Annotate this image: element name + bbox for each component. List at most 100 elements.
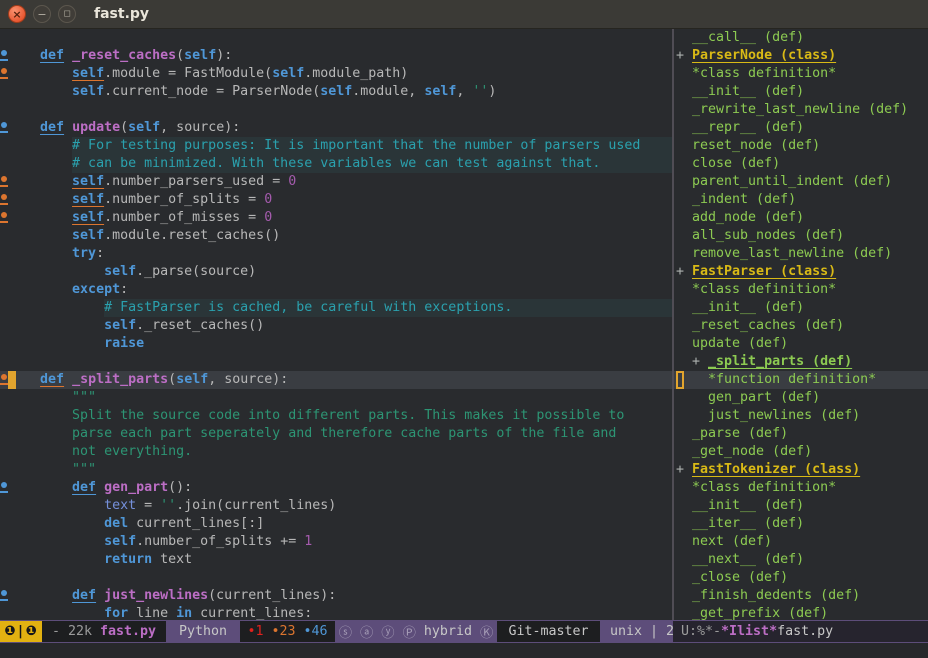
- code-line[interactable]: def just_newlines(current_lines):: [0, 587, 672, 605]
- outline-item[interactable]: __init__ (def): [674, 299, 928, 317]
- code-token: parse each part seperately and therefore…: [72, 425, 616, 443]
- code-line[interactable]: [0, 101, 672, 119]
- minimize-button[interactable]: −: [33, 5, 51, 23]
- outline-item[interactable]: gen_part (def): [674, 389, 928, 407]
- outline-item[interactable]: __repr__ (def): [674, 119, 928, 137]
- maximize-button[interactable]: ◻: [58, 5, 76, 23]
- imenu-list-modeline[interactable]: U:%*- *Ilist* fast.py: [673, 621, 928, 642]
- code-line[interactable]: self._reset_caches(): [0, 317, 672, 335]
- code-line[interactable]: # For testing purposes: It is important …: [0, 137, 672, 155]
- code-line[interactable]: try:: [0, 245, 672, 263]
- outline-item[interactable]: close (def): [674, 155, 928, 173]
- code-token: just_newlines: [104, 587, 208, 605]
- code-line[interactable]: # FastParser is cached, be careful with …: [0, 299, 672, 317]
- minibuffer-echo-area[interactable]: [0, 643, 928, 658]
- code-token: def: [40, 47, 64, 65]
- code-line[interactable]: for line in current_lines:: [0, 605, 672, 620]
- code-line[interactable]: self.module = FastModule(self.module_pat…: [0, 65, 672, 83]
- outline-item[interactable]: _get_prefix (def): [674, 605, 928, 620]
- code-line[interactable]: def _reset_caches(self):: [0, 47, 672, 65]
- outline-item[interactable]: _indent (def): [674, 191, 928, 209]
- outline-item[interactable]: *class definition*: [674, 65, 928, 83]
- outline-item[interactable]: + ParserNode (class): [674, 47, 928, 65]
- outline-item[interactable]: _finish_dedents (def): [674, 587, 928, 605]
- outline-item[interactable]: next (def): [674, 533, 928, 551]
- outline-item[interactable]: remove_last_newline (def): [674, 245, 928, 263]
- code-line[interactable]: self.number_of_splits = 0: [0, 191, 672, 209]
- code-line[interactable]: Split the source code into different par…: [0, 407, 672, 425]
- code-line[interactable]: self.number_parsers_used = 0: [0, 173, 672, 191]
- outline-item[interactable]: add_node (def): [674, 209, 928, 227]
- code-token: in: [176, 605, 192, 620]
- outline-item[interactable]: __next__ (def): [674, 551, 928, 569]
- outline-item[interactable]: just_newlines (def): [674, 407, 928, 425]
- outline-item[interactable]: _rewrite_last_newline (def): [674, 101, 928, 119]
- code-token: [64, 119, 72, 137]
- outline-item[interactable]: reset_node (def): [674, 137, 928, 155]
- outline-item[interactable]: __init__ (def): [674, 83, 928, 101]
- window-number-segment[interactable]: ❶|❶: [0, 621, 42, 642]
- outline-token: *function definition*: [708, 371, 876, 389]
- modeline-text: hybrid: [424, 624, 472, 639]
- modeline-text: [296, 624, 304, 639]
- code-buffer[interactable]: def _reset_caches(self): self.module = F…: [0, 29, 672, 620]
- code-line[interactable]: not everything.: [0, 443, 672, 461]
- fringe: [0, 137, 8, 155]
- code-token: update: [72, 119, 120, 137]
- outline-item[interactable]: __iter__ (def): [674, 515, 928, 533]
- code-line[interactable]: text = ''.join(current_lines): [0, 497, 672, 515]
- code-line[interactable]: def _split_parts(self, source):: [0, 371, 672, 389]
- outline-item[interactable]: *function definition*: [674, 371, 928, 389]
- minor-modes-segment[interactable]: ⓢ ⓐ ⓨ Ⓟ hybrid Ⓚ: [335, 621, 497, 642]
- outline-item[interactable]: _reset_caches (def): [674, 317, 928, 335]
- outline-token: *class definition*: [676, 65, 836, 83]
- outline-item[interactable]: update (def): [674, 335, 928, 353]
- code-line[interactable]: return text: [0, 551, 672, 569]
- buffer-info-segment[interactable]: - 22k fast.py: [42, 621, 166, 642]
- code-line[interactable]: [0, 353, 672, 371]
- emacs-window: × − ◻ fast.py def _reset_caches(self): s…: [0, 0, 928, 658]
- code-line[interactable]: def gen_part():: [0, 479, 672, 497]
- outline-item[interactable]: _close (def): [674, 569, 928, 587]
- outline-token: __call__ (def): [676, 29, 804, 47]
- outline-item[interactable]: + _split_parts (def): [674, 353, 928, 371]
- outline-item[interactable]: __init__ (def): [674, 497, 928, 515]
- code-line[interactable]: self.module.reset_caches(): [0, 227, 672, 245]
- outline-token: gen_part (def): [676, 389, 820, 407]
- outline-item[interactable]: _parse (def): [674, 425, 928, 443]
- git-branch-segment[interactable]: Git-master: [497, 621, 600, 642]
- code-line[interactable]: del current_lines[:]: [0, 515, 672, 533]
- outline-token: +: [676, 47, 692, 65]
- major-mode-segment[interactable]: Python: [166, 621, 240, 642]
- outline-item[interactable]: *class definition*: [674, 281, 928, 299]
- code-line[interactable]: self.number_of_misses = 0: [0, 209, 672, 227]
- code-token: .module_path): [304, 65, 408, 83]
- code-line[interactable]: self.number_of_splits += 1: [0, 533, 672, 551]
- close-button[interactable]: ×: [8, 5, 26, 23]
- code-line[interactable]: self._parse(source): [0, 263, 672, 281]
- code-line[interactable]: except:: [0, 281, 672, 299]
- code-line[interactable]: def update(self, source):: [0, 119, 672, 137]
- outline-item[interactable]: *class definition*: [674, 479, 928, 497]
- encoding-segment[interactable]: unix | 2: [600, 621, 673, 642]
- code-line[interactable]: [0, 29, 672, 47]
- code-line[interactable]: """: [0, 461, 672, 479]
- code-line[interactable]: parse each part seperately and therefore…: [0, 425, 672, 443]
- outline-item[interactable]: __call__ (def): [674, 29, 928, 47]
- fringe: [0, 83, 8, 101]
- outline-item[interactable]: all_sub_nodes (def): [674, 227, 928, 245]
- code-line[interactable]: self.current_node = ParserNode(self.modu…: [0, 83, 672, 101]
- titlebar: × − ◻ fast.py: [0, 0, 928, 29]
- outline-item[interactable]: + FastParser (class): [674, 263, 928, 281]
- code-line[interactable]: [0, 569, 672, 587]
- code-line[interactable]: """: [0, 389, 672, 407]
- code-token: self: [72, 191, 104, 209]
- code-token: _split_parts: [72, 371, 168, 389]
- outline-item[interactable]: parent_until_indent (def): [674, 173, 928, 191]
- flycheck-segment[interactable]: •1 •23 •46: [240, 621, 335, 642]
- imenu-list-pane[interactable]: __call__ (def)+ ParserNode (class) *clas…: [674, 29, 928, 620]
- code-line[interactable]: # can be minimized. With these variables…: [0, 155, 672, 173]
- outline-item[interactable]: _get_node (def): [674, 443, 928, 461]
- code-line[interactable]: raise: [0, 335, 672, 353]
- outline-item[interactable]: + FastTokenizer (class): [674, 461, 928, 479]
